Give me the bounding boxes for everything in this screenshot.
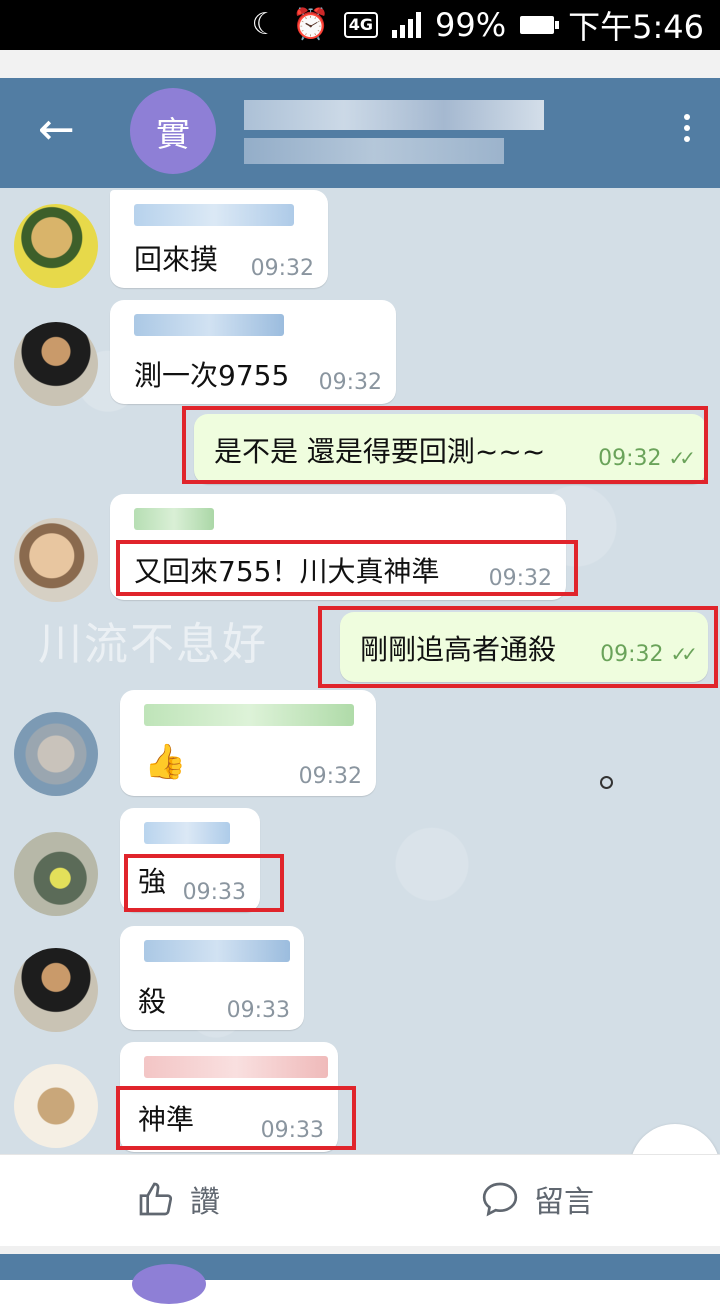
avatar[interactable] <box>14 518 98 602</box>
chat-header: ← 實 <box>0 78 720 188</box>
network-type: 4G <box>343 12 378 38</box>
avatar[interactable] <box>14 322 98 406</box>
message-time: 09:32 <box>298 764 362 789</box>
message-bubble[interactable]: 回來摸 09:32 <box>110 190 328 288</box>
message-text: 測一次9755 <box>134 359 290 392</box>
highlight-box <box>116 540 578 596</box>
scroll-down-button[interactable] <box>630 1124 720 1154</box>
like-button[interactable]: 讚 <box>136 1177 220 1221</box>
battery-icon <box>520 16 560 34</box>
message-time: 09:32 <box>250 256 314 281</box>
sender-name-blurred <box>144 940 290 962</box>
next-post-avatar <box>132 1264 206 1304</box>
thumbs-up-emoji: 👍 <box>144 742 187 782</box>
status-bar: ☾ ⏰ 4G 99% 下午5:46 <box>0 0 720 50</box>
avatar[interactable] <box>14 204 98 288</box>
sender-name-blurred <box>134 314 284 336</box>
comment-button[interactable]: 留言 <box>480 1177 594 1221</box>
message-text: 殺 <box>138 985 167 1018</box>
back-arrow-icon[interactable]: ← <box>38 108 75 152</box>
group-avatar[interactable]: 實 <box>130 88 216 174</box>
message-time: 09:33 <box>226 998 290 1023</box>
highlight-box <box>318 606 718 688</box>
top-gap <box>0 50 720 78</box>
watermark-text: 川流不息好 <box>38 619 268 670</box>
avatar-letter: 實 <box>156 114 190 155</box>
signal-icon <box>392 12 421 38</box>
message-bubble[interactable]: 殺 09:33 <box>120 926 304 1030</box>
thumbs-up-icon <box>139 1182 173 1216</box>
sender-name-blurred <box>144 822 230 844</box>
message-bubble[interactable]: 測一次9755 09:32 <box>110 300 396 404</box>
avatar[interactable] <box>14 832 98 916</box>
comment-label: 留言 <box>534 1185 594 1220</box>
comment-icon <box>482 1182 518 1217</box>
sender-name-blurred <box>144 1056 328 1078</box>
scroll-indicator <box>600 776 613 789</box>
alarm-icon: ⏰ <box>292 7 330 42</box>
chat-area[interactable]: 川流不息好 回來摸 09:32 測一次9755 09:32 是不是 還是得要回測… <box>0 188 720 1154</box>
highlight-box <box>124 854 284 912</box>
message-time: 09:32 <box>318 370 382 395</box>
post-actions-bar: 讚 留言 <box>0 1154 720 1247</box>
sender-name-blurred <box>134 204 294 226</box>
message-bubble[interactable]: 👍 09:32 <box>120 690 376 796</box>
avatar[interactable] <box>14 712 98 796</box>
clock: 下午5:46 <box>568 8 704 46</box>
message-text: 回來摸 <box>134 243 219 276</box>
more-vert-icon[interactable] <box>684 114 690 147</box>
avatar[interactable] <box>14 948 98 1032</box>
battery-percent: 99% <box>435 6 507 44</box>
sender-name-blurred <box>134 508 214 530</box>
moon-icon: ☾ <box>251 7 279 42</box>
group-title-blurred[interactable] <box>244 100 544 130</box>
next-post-header <box>0 1254 720 1280</box>
avatar[interactable] <box>14 1064 98 1148</box>
next-post-peek <box>0 1246 720 1304</box>
group-subtitle-blurred <box>244 138 504 164</box>
like-label: 讚 <box>190 1185 220 1220</box>
sender-name-blurred <box>144 704 354 726</box>
highlight-box <box>182 406 708 484</box>
highlight-box <box>116 1086 356 1150</box>
